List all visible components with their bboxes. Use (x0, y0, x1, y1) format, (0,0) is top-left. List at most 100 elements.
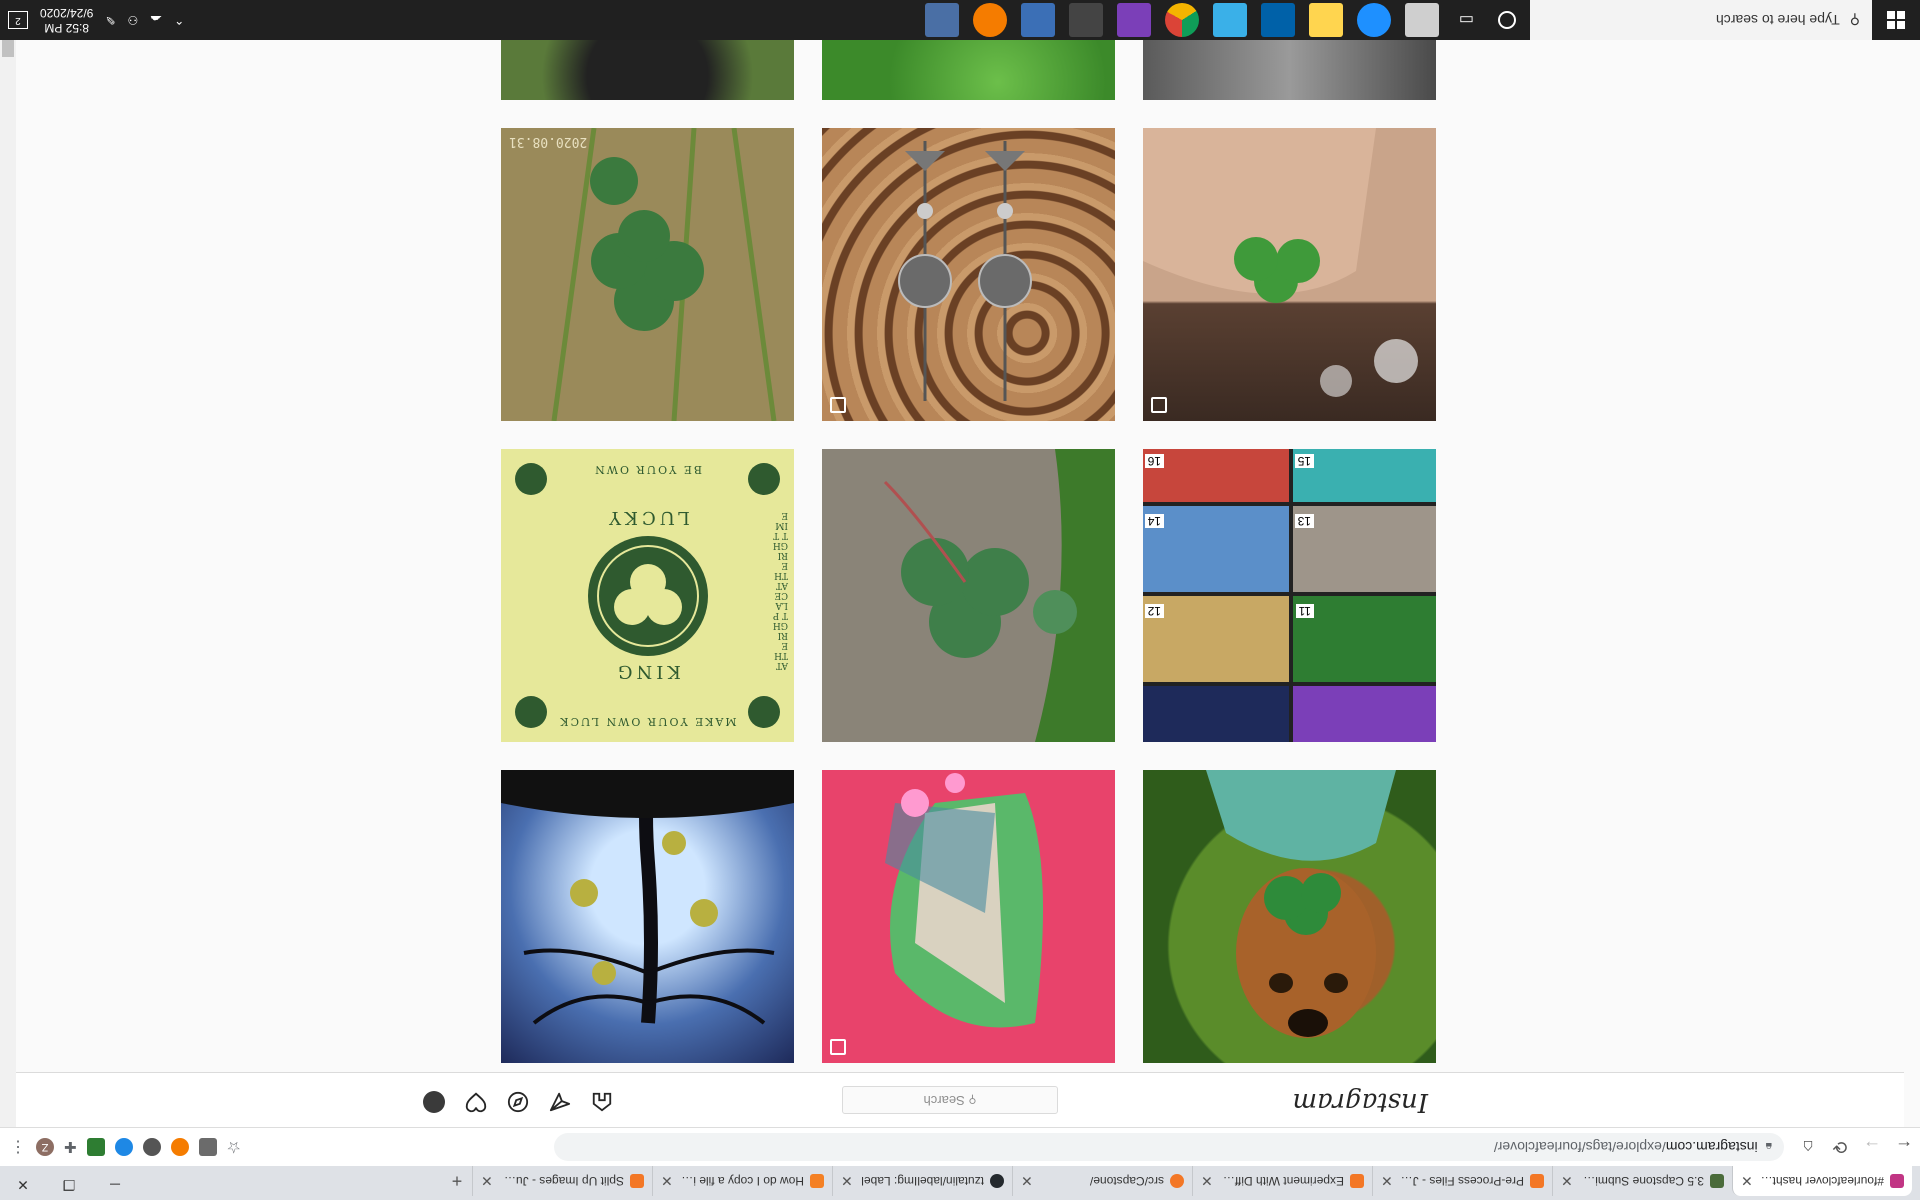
show-hidden-icons-icon[interactable]: ⌃ (174, 13, 184, 27)
tab-close-icon[interactable]: ✕ (1201, 1173, 1213, 1190)
search-icon: ⚲ (1849, 12, 1860, 29)
forward-button[interactable]: → (1856, 1137, 1888, 1158)
tab-instagram[interactable]: #fourleafclover hashtag on ✕ (1732, 1166, 1912, 1196)
photo-date-stamp: 2020.08.31 (509, 134, 588, 149)
taskbar-app-icon[interactable] (1356, 3, 1391, 37)
lock-icon[interactable]: 🔒︎ (1766, 1140, 1772, 1155)
search-input[interactable]: ⚲ Search (842, 1086, 1058, 1114)
post-clover-ground[interactable] (822, 449, 1115, 742)
page-scrollbar[interactable] (0, 17, 16, 1127)
tab-favicon-icon (1710, 1174, 1724, 1188)
tab-experiment[interactable]: Experiment With Different ✕ (1192, 1166, 1372, 1196)
minimize-button[interactable]: ─ (92, 1170, 138, 1200)
tab-split-up-images[interactable]: Split Up Images - Jupyter N ✕ (472, 1166, 652, 1196)
profile-avatar[interactable] (422, 1090, 446, 1114)
extensions-puzzle-icon[interactable]: ✚ (64, 1138, 77, 1156)
back-button[interactable]: ← (1888, 1137, 1920, 1158)
taskbar-search-input[interactable]: ⚲ Type here to search (1530, 0, 1872, 40)
multi-post-icon (830, 1039, 846, 1055)
clover-image (883, 449, 1115, 742)
extension-icon[interactable] (86, 1138, 105, 1156)
tab-labelimg[interactable]: tzutalin/labelImg: Label ✕ (832, 1166, 1012, 1196)
post-rock[interactable] (1143, 40, 1436, 100)
pen-icon[interactable]: ✎ (105, 13, 115, 27)
multi-post-icon (830, 397, 846, 413)
hand-clover-image (1143, 128, 1418, 397)
tab-pre-process-files[interactable]: Pre-Process Files - Jupyter ✕ (1372, 1166, 1552, 1196)
bookmark-star-icon[interactable]: ☆ (227, 1137, 241, 1157)
post-earrings[interactable] (822, 128, 1115, 421)
post-dark-ground[interactable] (501, 40, 794, 100)
taskbar-app-icon[interactable] (1260, 3, 1295, 37)
reload-button[interactable]: ⟳ (1824, 1137, 1856, 1158)
post-tree-roots[interactable] (501, 770, 794, 1063)
screen: #fourleafclover hashtag on ✕ 3.5 Capston… (0, 0, 1920, 1200)
system-tray: ⌃ ☁ ⚇ ✎ 8:52 PM 9/24/2020 2 (0, 5, 184, 35)
post-clover-leaves[interactable] (822, 40, 1115, 100)
tab-close-icon[interactable]: ✕ (481, 1173, 493, 1190)
card-bottom-text: BE YOUR OWN (593, 463, 702, 476)
explore-compass-icon[interactable] (506, 1090, 530, 1114)
taskbar-app-icon[interactable] (1068, 3, 1103, 37)
restore-button[interactable]: ❐ (46, 1170, 92, 1200)
header-nav-icons (422, 1090, 614, 1114)
tab-copy-file-python[interactable]: How do I copy a file in Pyth ✕ (652, 1166, 832, 1196)
tab-close-icon[interactable]: ✕ (661, 1173, 673, 1190)
tab-capstone-submission[interactable]: 3.5 Capstone Submission - ✕ (1552, 1166, 1732, 1196)
task-view-icon[interactable]: ▭ (1459, 10, 1474, 30)
jupyter-favicon-icon (1530, 1174, 1544, 1188)
post-lucky-king[interactable]: MAKE YOUR OWN LUCK BE YOUR OWN KING LUCK… (501, 449, 794, 742)
extension-icon[interactable] (170, 1138, 189, 1156)
onenote-icon[interactable] (1116, 3, 1151, 37)
taskbar-app-icon[interactable] (1020, 3, 1055, 37)
taskbar-app-icon[interactable] (924, 3, 959, 37)
tab-title: src/Capstone/ (1089, 1174, 1164, 1188)
taskbar-app-icon[interactable] (1212, 3, 1247, 37)
post-anime-pink[interactable] (822, 770, 1115, 1063)
tab-close-icon[interactable]: ✕ (841, 1173, 853, 1190)
extension-icon[interactable] (198, 1138, 217, 1156)
address-bar[interactable]: 🔒︎ instagram.com/explore/tags/fourleafcl… (554, 1133, 1784, 1161)
profile-avatar[interactable]: Z (36, 1138, 54, 1156)
start-button[interactable] (1872, 0, 1920, 40)
post-dog-clover[interactable] (1143, 770, 1436, 1063)
instagram-favicon-icon (1890, 1174, 1904, 1188)
tab-close-icon[interactable]: ✕ (1561, 1173, 1573, 1190)
browser-toolbar: ← → ⟳ ⌂ 🔒︎ instagram.com/explore/tags/fo… (0, 1127, 1920, 1166)
menu-dots-icon[interactable]: ⋮ (10, 1137, 26, 1157)
direct-messages-icon[interactable] (548, 1090, 572, 1114)
earrings-image (898, 141, 1032, 401)
card-king-text: KING (614, 661, 681, 682)
home-icon[interactable] (590, 1090, 614, 1114)
post-fabric-grid[interactable]: 11 12 13 14 15 16 (1143, 449, 1436, 742)
extension-icon[interactable] (114, 1138, 133, 1156)
cloud-icon[interactable]: ☁ (150, 13, 162, 27)
jupyter-icon[interactable] (972, 3, 1007, 37)
instagram-logo[interactable]: Instagram (1292, 1087, 1428, 1117)
chrome-icon[interactable] (1164, 3, 1199, 37)
taskbar-app-icon[interactable] (1404, 3, 1439, 37)
cortana-icon[interactable] (1498, 11, 1516, 29)
post-clover-grass[interactable]: 2020.08.31 (501, 128, 794, 421)
activity-heart-icon[interactable] (464, 1090, 488, 1114)
tab-close-icon[interactable]: ✕ (1741, 1173, 1753, 1190)
tab-close-icon[interactable]: ✕ (1381, 1173, 1393, 1190)
instagram-header: Instagram ⚲ Search (16, 1072, 1904, 1127)
notifications-icon[interactable]: 2 (8, 11, 28, 29)
tab-close-icon[interactable]: ✕ (1021, 1173, 1033, 1190)
new-tab-button[interactable]: + (442, 1166, 472, 1196)
network-icon[interactable]: ⚇ (127, 13, 138, 27)
file-explorer-icon[interactable] (1308, 3, 1343, 37)
taskbar-search-placeholder: Type here to search (1715, 12, 1840, 28)
tab-src-capstone[interactable]: src/Capstone/ ✕ (1012, 1166, 1192, 1196)
close-window-button[interactable]: ✕ (0, 1170, 46, 1200)
clock[interactable]: 8:52 PM 9/24/2020 (40, 5, 93, 35)
clock-date: 9/24/2020 (40, 6, 94, 20)
fabric-label: 15 (1294, 454, 1314, 468)
post-hand-clover[interactable] (1143, 128, 1436, 421)
anime-art-image (885, 773, 1043, 1028)
home-icon[interactable]: ⌂ (1792, 1137, 1824, 1158)
search-placeholder: Search (923, 1093, 965, 1108)
extension-icon[interactable] (142, 1138, 161, 1156)
tab-title: How do I copy a file in Pyth (679, 1174, 804, 1188)
